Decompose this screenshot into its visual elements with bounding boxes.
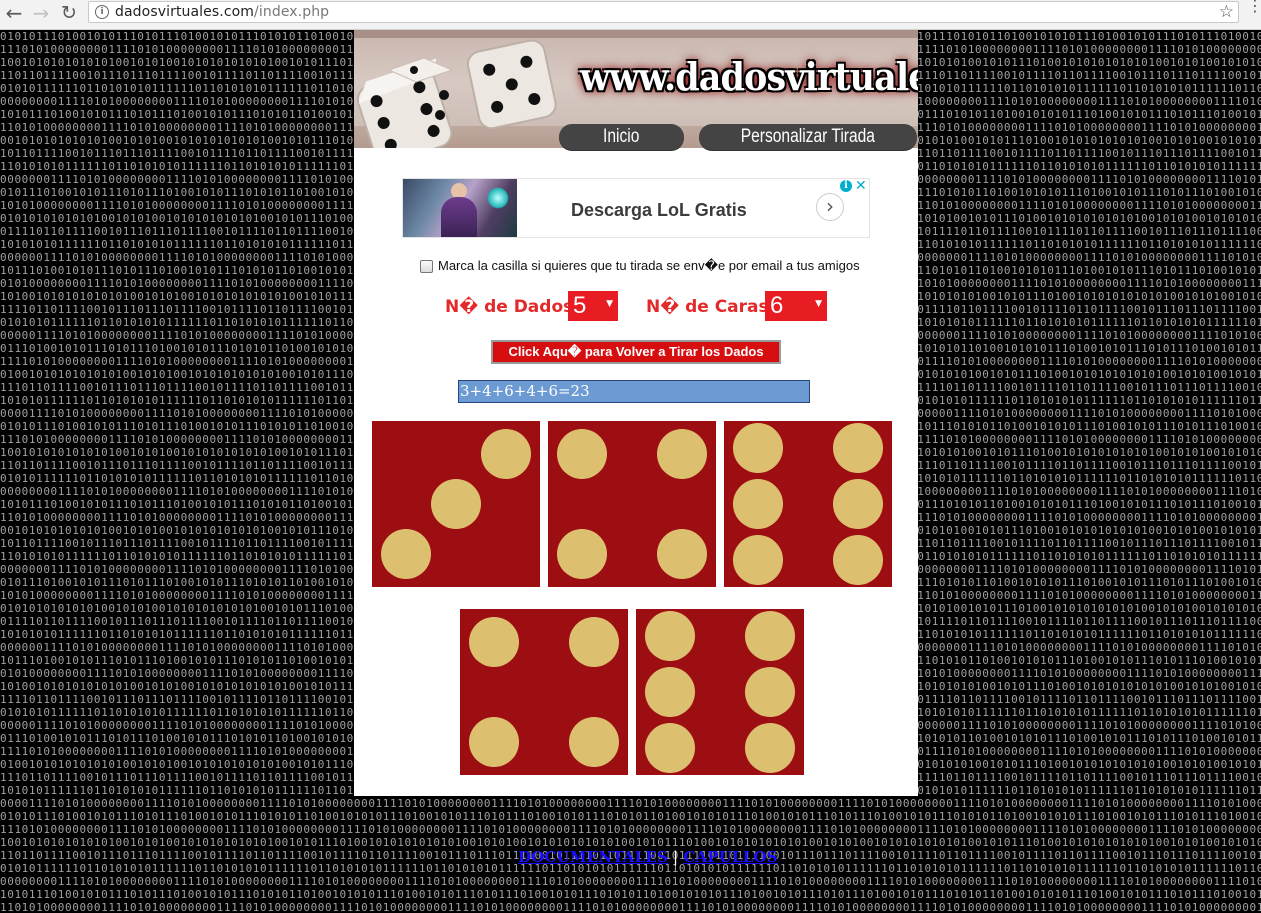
die-pip [833, 479, 884, 529]
dice-count-value: 5 [573, 292, 587, 319]
ad-info-icon[interactable]: i [840, 180, 852, 192]
die-pip [745, 610, 796, 661]
die [636, 609, 804, 775]
die-pip [657, 528, 708, 579]
die-pip [569, 716, 620, 767]
browser-toolbar: ← → ↻ i dadosvirtuales.com/index.php ☆ ⋮ [0, 0, 1261, 30]
die [724, 421, 892, 587]
email-checkbox[interactable] [420, 259, 433, 273]
url-domain: dadosvirtuales.com [115, 4, 255, 20]
die-pip [732, 479, 783, 529]
tab-inicio[interactable]: Inicio [559, 124, 684, 150]
faces-count-label: N� de Caras: [646, 297, 776, 317]
die-pip [732, 535, 783, 586]
footer-separator: | [673, 848, 679, 866]
die-pip [732, 422, 783, 473]
documentales-link[interactable]: DOCUMENTALES [518, 848, 668, 866]
ad-image-glow [487, 187, 509, 209]
menu-dots-icon[interactable]: ⋮ [1247, 0, 1261, 14]
forward-arrow-icon[interactable]: → [30, 1, 52, 25]
die-pip [481, 429, 532, 480]
die-pip [644, 667, 695, 717]
chevron-right-icon[interactable]: › [816, 193, 844, 221]
die-pip [468, 617, 519, 668]
die-pip [380, 528, 431, 579]
ad-image[interactable] [403, 179, 517, 237]
bookmark-star-icon[interactable]: ☆ [1219, 2, 1234, 22]
footer-links: DOCUMENTALES | CAPULLOS [518, 848, 778, 866]
die-pip [745, 667, 796, 717]
dice-count-select[interactable]: 5 ▼ [568, 291, 618, 321]
ad-title[interactable]: Descarga LoL Gratis [571, 200, 747, 221]
die-pip [569, 617, 620, 668]
url-path: /index.php [254, 4, 330, 20]
dropdown-arrow-icon: ▼ [815, 299, 822, 309]
die-pip [556, 429, 607, 480]
die [548, 421, 716, 587]
die-pip [745, 723, 796, 774]
die-pip [657, 429, 708, 480]
site-title[interactable]: www.dadosvirtuales.com [580, 54, 918, 99]
main-panel: www.dadosvirtuales.com Inicio Personaliz… [354, 30, 918, 796]
result-field[interactable]: 3+4+6+4+6=23 [458, 380, 810, 403]
info-icon[interactable]: i [95, 5, 109, 19]
die [460, 609, 628, 775]
dice-logo [356, 39, 557, 148]
dice-count-label: N� de Dados: [445, 297, 581, 317]
email-checkbox-label: Marca la casilla si quieres que tu tirad… [438, 258, 860, 273]
die-pip [644, 610, 695, 661]
die-pip [644, 723, 695, 774]
dropdown-arrow-icon: ▼ [606, 299, 613, 309]
faces-count-value: 6 [770, 292, 784, 319]
tab-personalizar-tirada[interactable]: Personalizar Tirada [699, 124, 917, 150]
back-arrow-icon[interactable]: ← [3, 1, 25, 25]
die-pip [468, 716, 519, 767]
die [372, 421, 540, 587]
roll-dice-button[interactable]: Click Aqu� para Volver a Tirar los Dados [491, 340, 781, 364]
tab-inicio-label: Inicio [603, 126, 640, 147]
die-pip [431, 479, 481, 529]
die-pip [833, 535, 884, 586]
die-pip [833, 422, 884, 473]
capullos-link[interactable]: CAPULLOS [683, 848, 778, 866]
close-icon[interactable]: ✕ [855, 178, 867, 194]
tab-personalizar-label: Personalizar Tirada [740, 126, 876, 147]
url-text: dadosvirtuales.com/index.php [115, 4, 329, 20]
email-option-row: Marca la casilla si quieres que tu tirad… [420, 258, 860, 274]
ad-banner[interactable]: Descarga LoL Gratis › i ✕ [402, 178, 870, 238]
faces-count-select[interactable]: 6 ▼ [765, 291, 827, 321]
reload-icon[interactable]: ↻ [58, 2, 80, 24]
die-pip [556, 528, 607, 579]
address-bar[interactable]: i dadosvirtuales.com/index.php ☆ [88, 1, 1239, 23]
